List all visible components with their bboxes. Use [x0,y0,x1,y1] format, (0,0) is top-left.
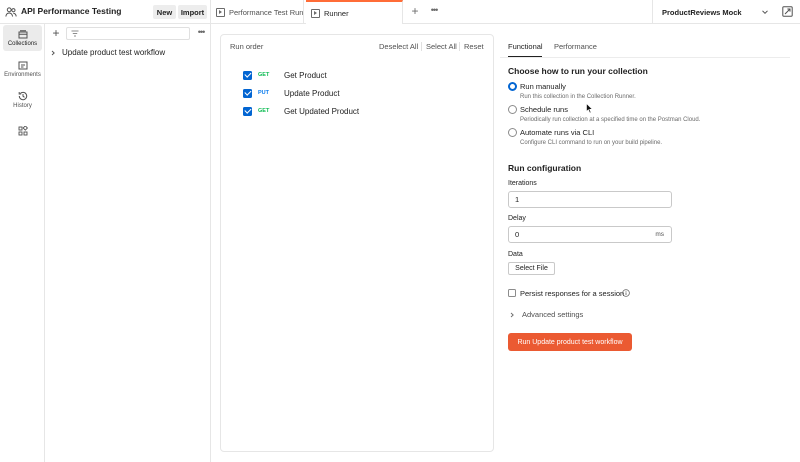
option-label[interactable]: Schedule runs [520,105,568,114]
option-label[interactable]: Automate runs via CLI [520,128,594,137]
advanced-settings-label: Advanced settings [522,310,584,319]
sidebar-item-label: Collections [7,40,38,47]
select-file-button[interactable]: Select File [508,262,555,275]
chevron-right-icon [510,312,514,317]
run-order-title: Run order [230,42,264,51]
sidebar-item-configure[interactable] [3,118,42,144]
iterations-value: 1 [515,195,520,204]
run-collection-button[interactable]: Run Update product test workflow [508,333,632,351]
option-description: Periodically run collection at a specifi… [520,117,701,123]
collection-name: Update product test workflow [62,48,166,57]
more-icon[interactable]: ••• [195,27,207,39]
sidebar-item-environments[interactable]: Environments [3,56,42,82]
divider [421,42,422,51]
sidebar-item-label: Environments [4,71,41,78]
chevron-down-icon[interactable] [761,8,769,16]
divider [459,42,460,51]
data-label: Data [508,251,523,258]
tab-performance-test-runner[interactable]: Performance Test Runner [216,0,304,24]
environment-quick-look-icon[interactable] [782,6,793,17]
more-tabs-icon[interactable]: ••• [428,4,440,18]
team-icon [5,7,17,17]
info-icon[interactable] [622,289,630,297]
tab-functional[interactable]: Functional [508,42,543,51]
deselect-all-button[interactable]: Deselect All [379,42,418,51]
reset-button[interactable]: Reset [464,42,484,51]
request-row[interactable]: GET Get Product [243,69,483,81]
automate-cli-radio[interactable] [508,128,517,137]
list-item[interactable]: Update product test workflow [50,46,208,59]
new-button[interactable]: New [153,5,176,19]
request-name: Get Updated Product [284,106,360,116]
persist-responses-label[interactable]: Persist responses for a session [520,289,624,298]
option-description: Configure CLI command to run on your bui… [520,140,663,146]
select-all-button[interactable]: Select All [426,42,457,51]
tab-label: Runner [324,8,349,18]
add-tab-icon[interactable]: + [408,4,422,18]
sidebar-item-label: History [13,103,32,109]
sidebar-item-collections[interactable]: Collections [3,25,42,51]
option-label[interactable]: Run manually [520,82,566,91]
runner-icon [311,8,320,18]
tab-performance[interactable]: Performance [554,42,597,51]
run-manually-radio[interactable] [508,82,517,91]
runner-icon [216,7,225,17]
request-row[interactable]: PUT Update Product [243,87,483,99]
request-checkbox[interactable] [243,88,252,98]
method-badge: PUT [258,90,269,96]
method-badge: GET [258,108,270,114]
sidebar-item-history[interactable]: History [3,87,42,113]
run-mode-heading: Choose how to run your collection [508,66,648,76]
collections-sidebar [45,24,211,462]
request-checkbox[interactable] [243,106,252,116]
environments-icon [18,61,27,69]
chevron-right-icon[interactable] [50,50,56,56]
divider [500,57,790,58]
run-configuration-heading: Run configuration [508,163,582,173]
advanced-settings-toggle[interactable]: Advanced settings [509,310,583,319]
request-checkbox[interactable] [243,70,252,80]
import-button[interactable]: Import [178,5,207,19]
delay-value: 0 [515,230,520,239]
schedule-runs-radio[interactable] [508,105,517,114]
delay-label: Delay [508,215,526,222]
delay-unit: ms [655,231,664,238]
request-row[interactable]: GET Get Updated Product [243,105,483,117]
search-input[interactable] [66,27,190,40]
add-icon[interactable]: + [50,27,62,39]
tab-label: Performance Test Runner [229,7,304,17]
option-description: Run this collection in the Collection Ru… [520,94,636,100]
mouse-cursor-icon [586,103,593,114]
iterations-input[interactable]: 1 [508,191,672,208]
method-badge: GET [258,72,270,78]
apps-grid-icon [18,126,28,136]
workspace-title[interactable]: API Performance Testing [21,6,121,16]
delay-input[interactable]: 0 ms [508,226,672,243]
history-icon [18,91,27,101]
filter-icon [71,30,79,37]
request-name: Update Product [284,88,340,98]
persist-responses-checkbox[interactable] [508,289,516,297]
tab-runner[interactable]: Runner [306,0,403,24]
collections-icon [18,29,27,38]
iterations-label: Iterations [508,180,537,187]
request-name: Get Product [284,70,327,80]
